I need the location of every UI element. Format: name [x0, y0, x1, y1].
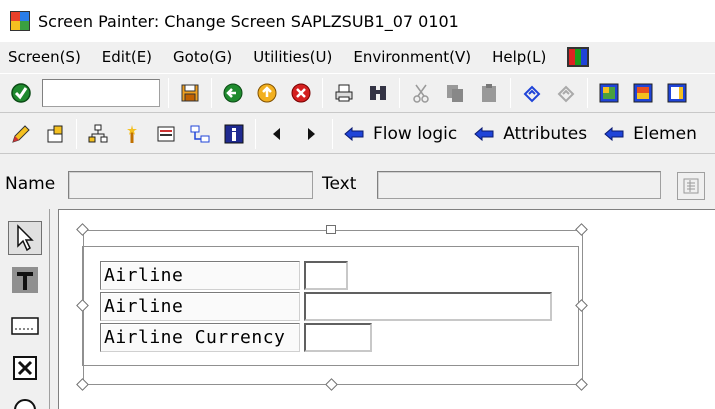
arrow-left-icon [344, 126, 364, 141]
info-icon[interactable] [221, 121, 247, 147]
menu-environment[interactable]: Environment(V) [353, 48, 471, 66]
previous-icon[interactable] [264, 121, 290, 147]
magic-wand-icon[interactable] [119, 121, 145, 147]
input-field-tool-icon[interactable] [8, 309, 42, 343]
next-icon[interactable] [298, 121, 324, 147]
menu-edit[interactable]: Edit(E) [102, 48, 152, 66]
cancel-icon[interactable] [288, 80, 314, 106]
menu-screen[interactable]: Screen(S) [8, 48, 81, 66]
title-bar: Screen Painter: Change Screen SAPLZSUB1_… [0, 0, 715, 42]
element-list-icon[interactable] [153, 121, 179, 147]
element-list-label: Elemen [633, 123, 697, 144]
enter-check-icon[interactable] [8, 80, 34, 106]
screen-painter-app-icon [10, 11, 30, 31]
standard-toolbar [0, 73, 715, 113]
menu-utilities[interactable]: Utilities(U) [253, 48, 332, 66]
menu-help[interactable]: Help(L) [492, 48, 546, 66]
toolbar-separator [322, 78, 323, 108]
screen-label-airline-currency[interactable]: Airline Currency [100, 323, 300, 352]
arrow-left-icon [474, 126, 494, 141]
name-text-bar: Name Text [0, 163, 715, 207]
layout-icon-3[interactable] [664, 80, 690, 106]
name-field[interactable] [68, 171, 313, 199]
text-field-tool-icon[interactable] [8, 263, 42, 297]
application-toolbar: Flow logic Attributes Elemen [0, 114, 715, 154]
pencil-edit-icon[interactable] [8, 121, 34, 147]
screen-label-airline[interactable]: Airline [100, 261, 300, 290]
screen-input-airline-currency[interactable] [304, 323, 372, 352]
resize-handle[interactable] [576, 224, 587, 235]
toolbar-separator [510, 78, 511, 108]
paste-icon[interactable] [476, 80, 502, 106]
arrow-left-icon [604, 126, 624, 141]
toolbar-separator [332, 118, 333, 149]
layout-icon-1[interactable] [596, 80, 622, 106]
graphic-layout-icon[interactable] [187, 121, 213, 147]
select-pointer-icon[interactable] [8, 221, 42, 255]
checkbox-tool-icon[interactable] [8, 351, 42, 385]
dictionary-list-icon[interactable] [677, 172, 705, 200]
resize-handle[interactable] [77, 224, 88, 235]
layout-icon-2[interactable] [630, 80, 656, 106]
resize-handle[interactable] [77, 300, 88, 311]
name-label: Name [5, 174, 56, 194]
screen-layout-canvas[interactable]: Airline Airline Airline Currency [58, 209, 715, 409]
resize-handle[interactable] [576, 379, 587, 390]
toolbar-separator [255, 118, 256, 149]
flow-logic-button[interactable]: Flow logic [343, 124, 457, 144]
cut-icon[interactable] [408, 80, 434, 106]
screen-input-airline[interactable] [304, 261, 348, 290]
save-icon[interactable] [177, 80, 203, 106]
menu-goto[interactable]: Goto(G) [173, 48, 232, 66]
print-icon[interactable] [331, 80, 357, 106]
redo-icon[interactable] [553, 80, 579, 106]
flow-logic-label: Flow logic [373, 123, 458, 144]
toolbar-separator [211, 78, 212, 108]
screen-label-airline-name[interactable]: Airline [100, 292, 300, 321]
toolbar-separator [168, 78, 169, 108]
element-list-button[interactable]: Elemen [603, 124, 697, 144]
text-field[interactable] [377, 171, 661, 199]
display-change-icon[interactable] [42, 121, 68, 147]
text-label: Text [322, 174, 357, 194]
command-field[interactable] [42, 79, 160, 107]
copy-icon[interactable] [442, 80, 468, 106]
resize-handle[interactable] [326, 379, 337, 390]
menu-bar: Screen(S) Edit(E) Goto(G) Utilities(U) E… [0, 42, 715, 72]
back-icon[interactable] [220, 80, 246, 106]
customize-layout-icon[interactable] [567, 47, 590, 67]
resize-handle[interactable] [77, 379, 88, 390]
undo-icon[interactable] [519, 80, 545, 106]
element-palette [0, 209, 50, 409]
attributes-label: Attributes [503, 123, 588, 144]
screen-input-airline-name[interactable] [304, 292, 552, 321]
toolbar-separator [399, 78, 400, 108]
attributes-button[interactable]: Attributes [473, 124, 587, 144]
resize-handle[interactable] [326, 225, 336, 234]
exit-icon[interactable] [254, 80, 280, 106]
radio-button-tool-icon[interactable] [8, 393, 42, 409]
toolbar-separator [76, 118, 77, 149]
hierarchy-icon[interactable] [85, 121, 111, 147]
window-title: Screen Painter: Change Screen SAPLZSUB1_… [38, 11, 459, 31]
resize-handle[interactable] [576, 300, 587, 311]
find-icon[interactable] [365, 80, 391, 106]
toolbar-separator [587, 78, 588, 108]
